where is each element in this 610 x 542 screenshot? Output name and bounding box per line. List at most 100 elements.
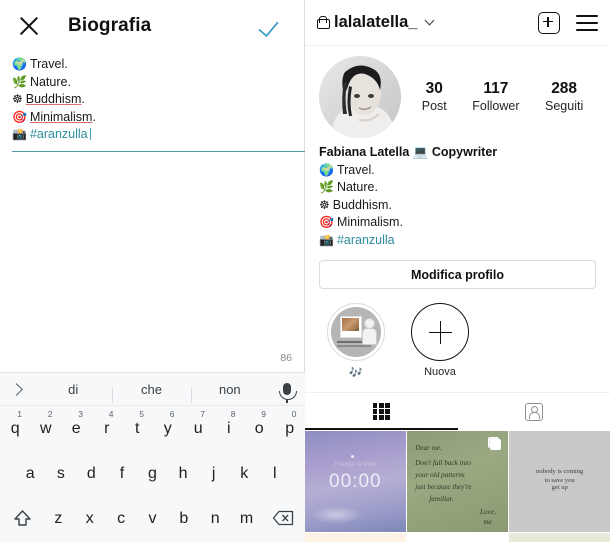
post-thumbnail[interactable] [305,533,406,542]
note-line: Don't fall back into [415,459,471,468]
key-k[interactable]: k [229,465,260,483]
bio-hashtag: #aranzulla [29,127,88,142]
bio-line-text: Nature. [29,74,71,89]
text-cursor [89,128,91,141]
key-i[interactable]: 8i [214,409,245,438]
check-icon[interactable] [258,11,288,41]
key-g[interactable]: g [137,465,168,483]
bio-line: ☸ Buddhism. [12,91,290,109]
keyboard-row-3: z x c v b n m [0,496,305,541]
globe-icon: 🌍 [12,57,27,71]
key-e[interactable]: 3e [61,409,92,438]
key-f[interactable]: f [107,465,138,483]
chevron-right-icon[interactable] [0,382,34,396]
suggestion-word[interactable]: che [112,382,190,403]
key-j[interactable]: j [198,465,229,483]
bio-line: ☸ Buddhism. [319,197,596,215]
key-s[interactable]: s [46,465,77,483]
key-p[interactable]: 0p [275,409,306,438]
stat-label: Follower [472,99,520,113]
key-c[interactable]: c [105,510,136,528]
plus-square-icon[interactable] [538,11,560,34]
key-b[interactable]: b [168,510,199,528]
edit-profile-button[interactable]: Modifica profilo [319,260,596,289]
profile-summary: 30 Post 117 Follower 288 Seguiti [305,46,610,142]
key-r[interactable]: 4r [92,409,123,438]
backspace-icon[interactable] [262,510,303,528]
camera-icon: 📸 [319,232,334,247]
bio-line: 📸 #aranzulla [12,126,290,144]
bio-line-suffix: . [81,92,85,107]
bio-line: 🌿 Nature. [319,179,596,197]
key-u[interactable]: 7u [183,409,214,438]
suggestion-word[interactable]: di [34,382,112,397]
person-icon [362,318,377,345]
key-q[interactable]: 1q [0,409,31,438]
character-counter: 86 [280,352,292,364]
stat-value: 30 [425,80,443,97]
key-h[interactable]: h [168,465,199,483]
bio-editor-header: Biografia [0,0,304,52]
bio-line-text: Minimalism. [336,215,403,229]
key-d[interactable]: d [76,465,107,483]
post-thumbnail[interactable] [509,533,610,542]
key-o[interactable]: 9o [244,409,275,438]
key-x[interactable]: x [74,510,105,528]
bio-editor-panel: Biografia 🌍 Travel. 🌿 Nature. ☸ Buddhism. 🎯… [0,0,317,542]
note-line: Love, [479,507,496,516]
display-name: Fabiana Latella [319,145,410,159]
post-thumbnail[interactable]: Scopri la nostra selezione di offerte, i… [407,533,508,542]
post-text: nobody is coming to save you [536,468,584,485]
post-thumbnail[interactable]: nobody is coming to save you get up [509,431,610,532]
tab-grid[interactable] [305,393,458,430]
note-line: familiar. [429,495,454,504]
close-icon[interactable] [16,13,42,39]
suggestion-bar: di che non [0,373,305,406]
bio-line-text: Buddhism [25,92,82,107]
bio-text-input[interactable]: 🌍 Travel. 🌿 Nature. ☸ Buddhism. 🎯 Minimalism… [0,52,317,152]
new-highlight-label: Nuova [424,366,456,378]
stat-posts[interactable]: 30 Post [422,79,447,115]
dharma-wheel-icon: ☸ [319,197,330,212]
suggestion-word[interactable]: non [190,382,269,403]
key-y[interactable]: 6y [153,409,184,438]
post-caption: 00:00 [329,471,382,493]
display-role: Copywriter [431,145,498,159]
dharma-wheel-icon: ☸ [12,92,23,107]
profile-tabs [305,392,610,430]
stat-value: 288 [551,80,578,97]
bio-hashtag[interactable]: #aranzulla [337,233,395,247]
shift-icon[interactable] [2,509,43,527]
highlight-item[interactable]: 🎶 [327,303,385,379]
stat-value: 117 [483,80,509,97]
key-z[interactable]: z [43,510,74,528]
profile-stats: 30 Post 117 Follower 288 Seguiti [401,79,596,115]
key-t[interactable]: 5t [122,409,153,438]
target-icon: 🎯 [12,109,27,124]
key-w[interactable]: 2w [31,409,62,438]
post-thumbnail[interactable]: Dear me, Don't fall back into your old p… [407,431,508,532]
herb-icon: 🌿 [319,180,334,194]
carousel-icon [487,437,501,450]
chevron-down-icon[interactable] [425,15,435,26]
post-thumbnail[interactable]: Il tempo è finito 00:00 [305,431,406,532]
key-v[interactable]: v [137,510,168,528]
new-highlight-button[interactable]: Nuova [411,303,469,379]
avatar[interactable] [319,56,401,138]
stat-followers[interactable]: 117 Follower [472,79,519,115]
target-icon: 🎯 [319,215,334,229]
key-a[interactable]: a [15,465,46,483]
tab-tagged[interactable] [458,393,610,430]
username-label[interactable]: lalalatella_ [334,13,417,32]
key-n[interactable]: n [200,510,231,528]
key-m[interactable]: m [231,510,262,528]
stat-following[interactable]: 288 Seguiti [545,79,583,115]
profile-bio: Fabiana Latella 💻 Copywriter 🌍 Travel. 🌿 N… [305,142,610,249]
microphone-icon[interactable] [269,383,305,403]
grid-icon [372,403,390,420]
bio-line-text: Minimalism [29,109,93,124]
keyboard-row-1: 1q 2w 3e 4r 5t 6y 7u 8i 9o 0p [0,406,305,451]
key-l[interactable]: l [259,465,290,483]
bio-line: 📸 #aranzulla [319,232,596,250]
hamburger-menu-icon[interactable] [576,14,598,31]
